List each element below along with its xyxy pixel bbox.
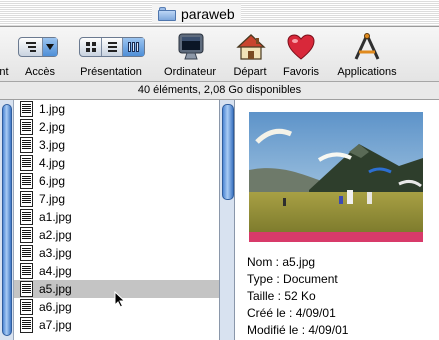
jpeg-file-icon bbox=[20, 155, 35, 171]
scroll-thumb[interactable] bbox=[2, 104, 12, 336]
depart-label[interactable]: Départ bbox=[233, 66, 266, 78]
file-name: 4.jpg bbox=[39, 156, 66, 170]
info-name-label: Nom : bbox=[247, 255, 280, 269]
jpeg-file-icon bbox=[20, 281, 35, 297]
applications-label[interactable]: Applications bbox=[337, 66, 396, 78]
file-name: a1.jpg bbox=[39, 210, 72, 224]
file-list-scrollbar[interactable] bbox=[219, 100, 235, 340]
jpeg-file-icon bbox=[20, 119, 35, 135]
heart-icon bbox=[287, 34, 315, 60]
jpeg-file-icon bbox=[20, 317, 35, 333]
acces-label[interactable]: Accès bbox=[25, 66, 55, 78]
mouse-pointer-icon bbox=[114, 291, 126, 308]
file-name: a4.jpg bbox=[39, 264, 72, 278]
window-title-text: paraweb bbox=[181, 5, 235, 22]
list-item[interactable]: 7.jpg bbox=[14, 190, 219, 208]
file-name: 2.jpg bbox=[39, 120, 66, 134]
file-name: 1.jpg bbox=[39, 102, 66, 116]
file-name: 7.jpg bbox=[39, 192, 66, 206]
file-name: 6.jpg bbox=[39, 174, 66, 188]
scroll-thumb[interactable] bbox=[222, 104, 234, 200]
computer-icon bbox=[178, 33, 204, 60]
info-modified-value: 4/09/01 bbox=[308, 323, 349, 337]
jpeg-file-icon bbox=[20, 263, 35, 279]
jpeg-file-icon bbox=[20, 245, 35, 261]
info-type-label: Type : bbox=[247, 272, 280, 286]
list-item[interactable]: a1.jpg bbox=[14, 208, 219, 226]
list-item[interactable]: a7.jpg bbox=[14, 316, 219, 334]
list-item[interactable]: a4.jpg bbox=[14, 262, 219, 280]
jpeg-file-icon bbox=[20, 227, 35, 243]
info-size-label: Taille : bbox=[247, 289, 282, 303]
jpeg-file-icon bbox=[20, 299, 35, 315]
info-type-value: Document bbox=[283, 272, 338, 286]
depart-button[interactable] bbox=[236, 32, 266, 62]
list-view-icon[interactable] bbox=[102, 38, 123, 56]
list-item[interactable]: 2.jpg bbox=[14, 118, 219, 136]
file-name: a2.jpg bbox=[39, 228, 72, 242]
ordinateur-label[interactable]: Ordinateur bbox=[164, 66, 216, 78]
list-item[interactable]: 1.jpg bbox=[14, 100, 219, 118]
column-browser: 1.jpg 2.jpg 3.jpg 4.jpg 6.jpg 7.jpg a1.jpg a2.j… bbox=[0, 100, 439, 340]
ordinateur-button[interactable] bbox=[176, 32, 206, 62]
applications-icon bbox=[354, 33, 380, 60]
list-item[interactable]: 3.jpg bbox=[14, 136, 219, 154]
list-item[interactable]: 4.jpg bbox=[14, 154, 219, 172]
list-item[interactable]: a2.jpg bbox=[14, 226, 219, 244]
file-name: a6.jpg bbox=[39, 300, 72, 314]
file-name: a5.jpg bbox=[39, 282, 72, 296]
home-icon bbox=[236, 34, 266, 60]
file-name: a7.jpg bbox=[39, 318, 72, 332]
folder-icon bbox=[158, 6, 176, 21]
jpeg-file-icon bbox=[20, 209, 35, 225]
presentation-control[interactable] bbox=[79, 37, 145, 57]
applications-button[interactable] bbox=[352, 32, 382, 62]
info-size-value: 52 Ko bbox=[284, 289, 316, 303]
jpeg-file-icon bbox=[20, 137, 35, 153]
file-info: Nom : a5.jpg Type : Document Taille : 52… bbox=[247, 254, 348, 339]
acces-button[interactable] bbox=[18, 37, 58, 57]
presentation-label[interactable]: Présentation bbox=[80, 66, 142, 78]
list-item[interactable]: a3.jpg bbox=[14, 244, 219, 262]
preview-image bbox=[249, 112, 423, 242]
preview-pane: Nom : a5.jpg Type : Document Taille : 52… bbox=[235, 100, 439, 340]
status-bar: 40 éléments, 2,08 Go disponibles bbox=[0, 82, 439, 100]
toolbar: nt Accès Présentation Ordinateur Départ … bbox=[0, 27, 439, 82]
favoris-label[interactable]: Favoris bbox=[283, 66, 319, 78]
jpeg-file-icon bbox=[20, 173, 35, 189]
title-bar[interactable]: paraweb bbox=[0, 0, 439, 27]
list-item[interactable]: 6.jpg bbox=[14, 172, 219, 190]
list-glyph-icon bbox=[19, 38, 43, 56]
info-name-value: a5.jpg bbox=[282, 255, 316, 269]
parent-column-scrollbar[interactable] bbox=[0, 100, 14, 340]
info-created-value: 4/09/01 bbox=[295, 306, 336, 320]
info-created-label: Créé le : bbox=[247, 306, 293, 320]
favoris-button[interactable] bbox=[286, 33, 316, 61]
info-modified-label: Modifié le : bbox=[247, 323, 306, 337]
toolbar-label-cut[interactable]: nt bbox=[0, 66, 9, 78]
icon-view-icon[interactable] bbox=[80, 38, 102, 56]
file-name: 3.jpg bbox=[39, 138, 66, 152]
chevron-down-icon bbox=[43, 38, 57, 56]
jpeg-file-icon bbox=[20, 101, 35, 117]
jpeg-file-icon bbox=[20, 191, 35, 207]
window-title: paraweb bbox=[152, 4, 241, 23]
file-name: a3.jpg bbox=[39, 246, 72, 260]
column-view-icon[interactable] bbox=[123, 38, 144, 56]
